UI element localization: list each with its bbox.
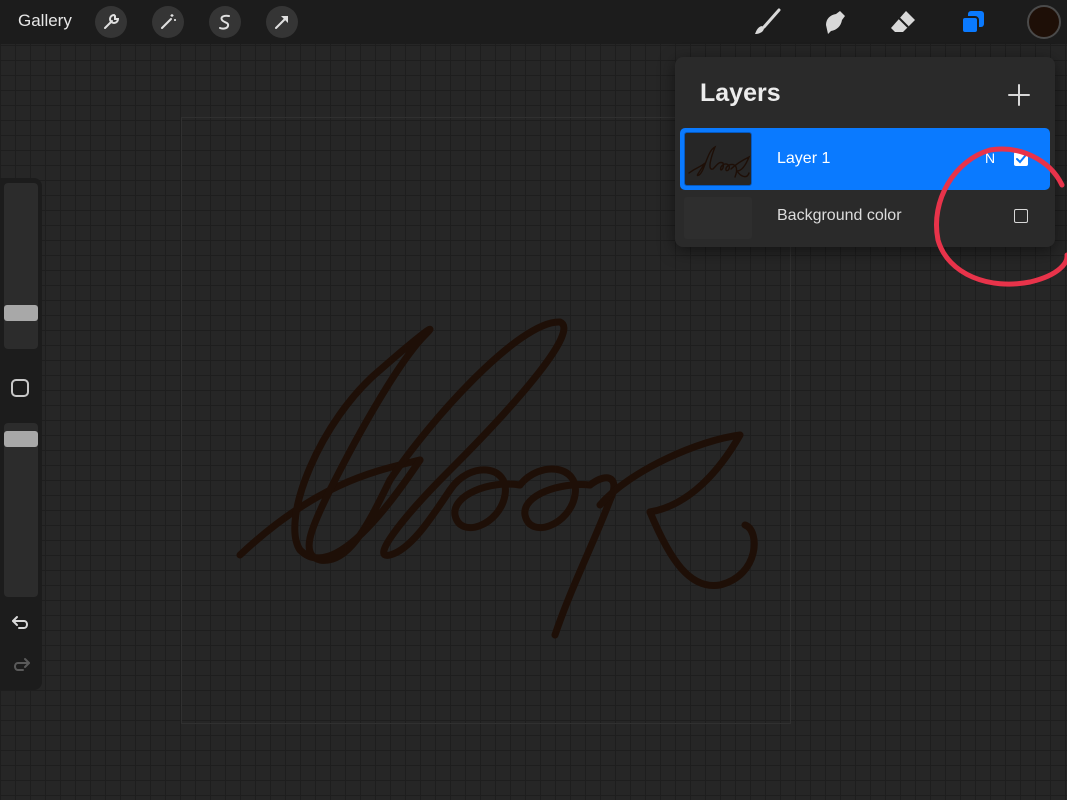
- color-picker-swatch[interactable]: [1027, 5, 1061, 39]
- layers-panel-title: Layers: [700, 79, 781, 107]
- redo-icon: [14, 658, 30, 671]
- wrench-icon: [104, 13, 120, 29]
- layer-row-layer-1[interactable]: Layer 1 N: [680, 128, 1050, 190]
- checkmark-icon: [1016, 155, 1026, 164]
- left-sidebar: [0, 178, 42, 690]
- undo-icon: [12, 616, 28, 629]
- brush-size-thumb[interactable]: [4, 305, 38, 321]
- layers-button[interactable]: [956, 5, 990, 39]
- layer-1-blend-mode[interactable]: N: [985, 150, 995, 166]
- layer-1-visibility-checkbox[interactable]: [1014, 152, 1028, 166]
- selection-s-icon: [219, 14, 230, 30]
- transform-button[interactable]: [266, 6, 298, 38]
- brush-size-slider[interactable]: [4, 183, 38, 349]
- brush-icon: [755, 8, 781, 34]
- background-color-thumbnail: [684, 197, 752, 239]
- selection-button[interactable]: [209, 6, 241, 38]
- modify-square-icon[interactable]: [11, 379, 29, 397]
- smudge-button[interactable]: [818, 5, 852, 39]
- layer-1-name: Layer 1: [777, 150, 831, 167]
- redo-button[interactable]: [10, 654, 32, 674]
- layer-row-background-color[interactable]: Background color: [680, 191, 1050, 243]
- eraser-icon: [891, 11, 915, 32]
- eraser-button[interactable]: [886, 5, 920, 39]
- plus-icon[interactable]: [1005, 81, 1033, 109]
- layer-1-thumbnail: [684, 132, 752, 186]
- gallery-button[interactable]: Gallery: [18, 11, 72, 31]
- opacity-slider[interactable]: [4, 423, 38, 597]
- actions-wrench-button[interactable]: [95, 6, 127, 38]
- background-color-name: Background color: [777, 207, 902, 224]
- smudge-icon: [826, 11, 845, 34]
- top-toolbar: Gallery: [0, 0, 1067, 44]
- transform-arrow-icon: [275, 16, 288, 29]
- procreate-workspace: Gallery Layers Layer 1 N Background colo…: [0, 0, 1067, 800]
- layers-icon: [961, 11, 984, 34]
- magic-wand-icon: [161, 14, 176, 29]
- adjustments-wand-button[interactable]: [152, 6, 184, 38]
- background-color-visibility-checkbox[interactable]: [1014, 209, 1028, 223]
- brush-button[interactable]: [750, 5, 784, 39]
- layers-panel: Layers Layer 1 N Background color: [675, 57, 1055, 247]
- undo-button[interactable]: [10, 612, 32, 632]
- opacity-thumb[interactable]: [4, 431, 38, 447]
